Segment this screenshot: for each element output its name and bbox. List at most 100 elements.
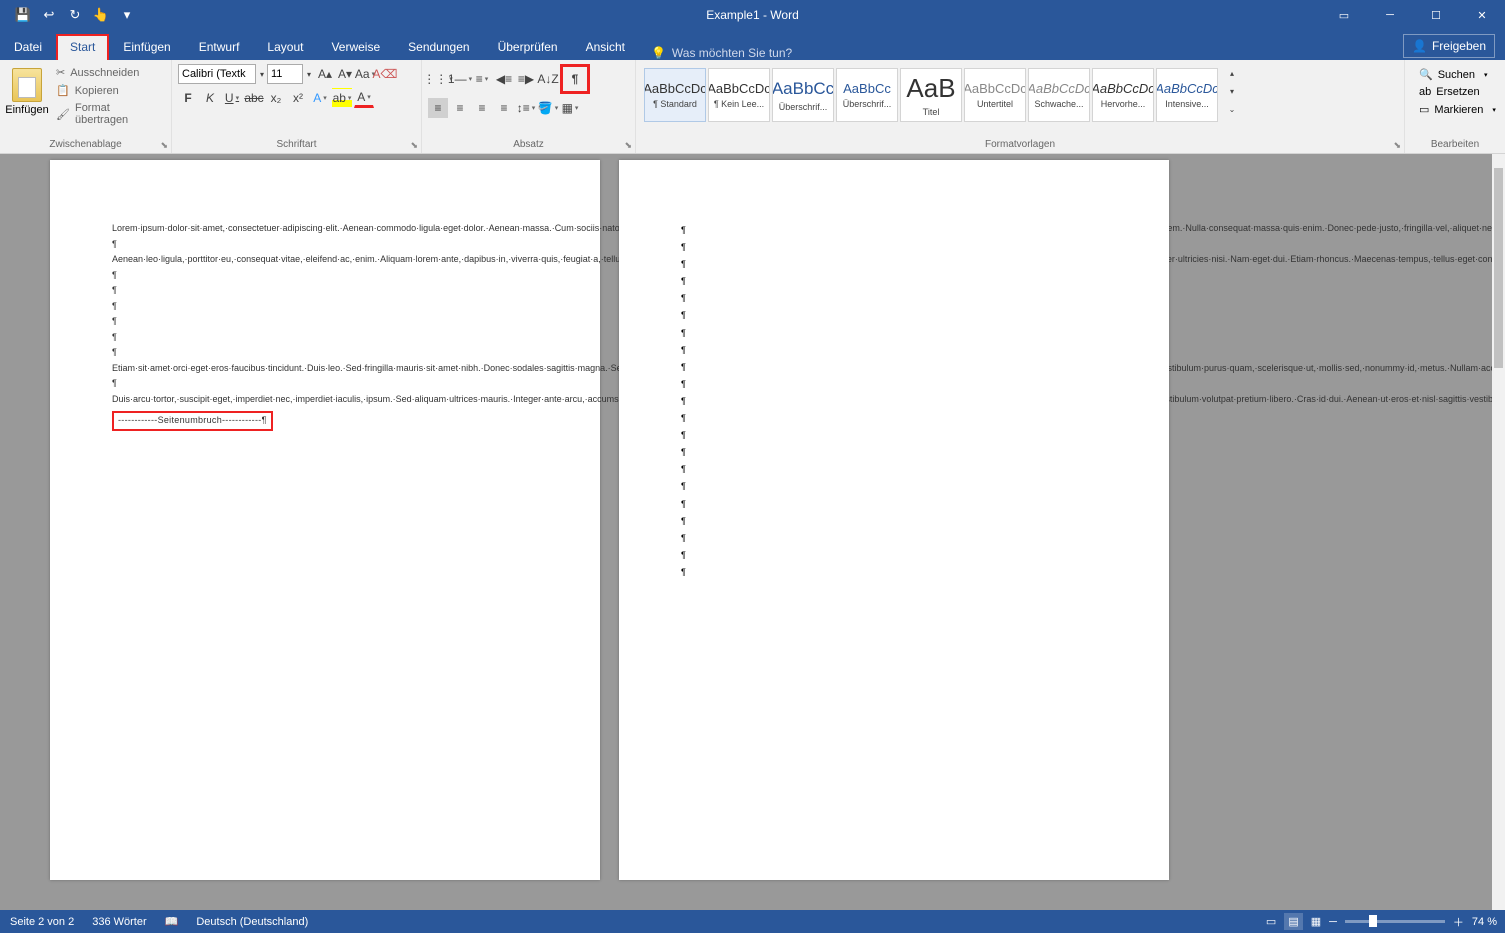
style-keinlee[interactable]: AaBbCcDc¶ Kein Lee...: [708, 68, 770, 122]
paste-button[interactable]: Einfügen: [6, 64, 48, 116]
style-berschrif[interactable]: AaBbCcÜberschrif...: [772, 68, 834, 122]
line-spacing-icon[interactable]: ↕≡: [516, 98, 536, 118]
shading-icon[interactable]: 🪣: [538, 98, 558, 118]
print-layout-icon[interactable]: ▤: [1284, 913, 1302, 930]
align-left-icon[interactable]: ≡: [428, 98, 448, 118]
styles-scroll-up-icon[interactable]: ▴: [1222, 64, 1242, 82]
font-size-input[interactable]: [267, 64, 303, 84]
justify-icon[interactable]: ≡: [494, 98, 514, 118]
tab-uberprufen[interactable]: Überprüfen: [484, 34, 572, 60]
zoom-out-icon[interactable]: ─: [1329, 916, 1337, 928]
superscript-button[interactable]: x²: [288, 88, 308, 108]
clipboard-launcher[interactable]: ⬊: [160, 140, 168, 151]
page-count[interactable]: Seite 2 von 2: [10, 916, 74, 928]
italic-button[interactable]: K: [200, 88, 220, 108]
zoom-level[interactable]: 74 %: [1472, 916, 1497, 928]
word-count[interactable]: 336 Wörter: [92, 916, 146, 928]
strikethrough-button[interactable]: abc: [244, 88, 264, 108]
replace-icon: ab: [1419, 86, 1431, 98]
bullets-icon[interactable]: ⋮⋮: [428, 69, 448, 89]
style-untertitel[interactable]: AaBbCcDcUntertitel: [964, 68, 1026, 122]
page-2[interactable]: ¶¶¶¶¶¶¶¶¶¶¶¶¶¶¶¶¶¶¶¶¶: [619, 160, 1169, 880]
minimize-button[interactable]: ─: [1367, 0, 1413, 30]
paragraph-mark: ¶: [681, 547, 1107, 564]
styles-scroll-down-icon[interactable]: ▾: [1222, 82, 1242, 100]
page-1[interactable]: Lorem·ipsum·dolor·sit·amet,·consectetuer…: [50, 160, 600, 880]
tab-einfugen[interactable]: Einfügen: [109, 34, 184, 60]
close-button[interactable]: ✕: [1459, 0, 1505, 30]
paragraph-mark: ¶: [681, 393, 1107, 410]
format-painter-button[interactable]: 🖌Format übertragen: [52, 100, 165, 128]
document-area[interactable]: Lorem·ipsum·dolor·sit·amet,·consectetuer…: [0, 154, 1492, 910]
underline-button[interactable]: U: [222, 88, 242, 108]
tab-sendungen[interactable]: Sendungen: [394, 34, 483, 60]
sort-icon[interactable]: A↓Z: [538, 69, 558, 89]
format-painter-label: Format übertragen: [75, 102, 161, 126]
ribbon-tabs: Datei Start Einfügen Entwurf Layout Verw…: [0, 30, 1505, 60]
maximize-button[interactable]: ☐: [1413, 0, 1459, 30]
align-right-icon[interactable]: ≡: [472, 98, 492, 118]
replace-button[interactable]: abErsetzen: [1417, 84, 1498, 100]
paragraph-launcher[interactable]: ⬊: [624, 140, 632, 151]
font-color-icon[interactable]: A: [354, 88, 374, 108]
spell-check-icon[interactable]: 📖: [165, 915, 179, 928]
styles-more-icon[interactable]: ⌄: [1222, 100, 1242, 118]
borders-icon[interactable]: ▦: [560, 98, 580, 118]
style-intensive[interactable]: AaBbCcDcIntensive...: [1156, 68, 1218, 122]
copy-button[interactable]: 📋 Kopieren: [52, 82, 165, 99]
style-schwache[interactable]: AaBbCcDcSchwache...: [1028, 68, 1090, 122]
zoom-slider[interactable]: [1345, 920, 1445, 923]
save-icon[interactable]: 💾: [15, 7, 31, 23]
tab-datei[interactable]: Datei: [0, 34, 56, 60]
scroll-thumb[interactable]: [1494, 168, 1503, 368]
numbering-icon[interactable]: 1―: [450, 69, 470, 89]
style-berschrif[interactable]: AaBbCcÜberschrif...: [836, 68, 898, 122]
qat-customize-icon[interactable]: ▾: [119, 7, 135, 23]
tab-verweise[interactable]: Verweise: [317, 34, 394, 60]
style-standard[interactable]: AaBbCcDc¶ Standard: [644, 68, 706, 122]
share-button[interactable]: 👤 Freigeben: [1403, 34, 1495, 58]
tab-entwurf[interactable]: Entwurf: [185, 34, 254, 60]
find-button[interactable]: 🔍Suchen▾: [1417, 66, 1498, 83]
tab-layout[interactable]: Layout: [253, 34, 317, 60]
styles-launcher[interactable]: ⬊: [1393, 140, 1401, 151]
zoom-in-icon[interactable]: ＋: [1453, 914, 1464, 930]
read-mode-icon[interactable]: ▭: [1266, 915, 1276, 928]
copy-label: Kopieren: [75, 85, 119, 97]
increase-indent-icon[interactable]: ≡▶: [516, 69, 536, 89]
decrease-indent-icon[interactable]: ◀≡: [494, 69, 514, 89]
language-status[interactable]: Deutsch (Deutschland): [196, 916, 308, 928]
clear-formatting-icon[interactable]: A⌫: [375, 64, 395, 84]
style-titel[interactable]: AaBTitel: [900, 68, 962, 122]
touch-mode-icon[interactable]: 👆: [93, 7, 109, 23]
copy-icon: 📋: [56, 84, 70, 97]
tab-start[interactable]: Start: [56, 34, 109, 60]
cut-button[interactable]: ✂Ausschneiden: [52, 64, 165, 81]
subscript-button[interactable]: x₂: [266, 88, 286, 108]
styles-gallery[interactable]: AaBbCcDc¶ StandardAaBbCcDc¶ Kein Lee...A…: [642, 64, 1220, 126]
align-center-icon[interactable]: ≡: [450, 98, 470, 118]
highlight-icon[interactable]: ab: [332, 88, 352, 108]
paste-label: Einfügen: [5, 104, 48, 116]
find-label: Suchen: [1438, 69, 1475, 81]
style-hervorhe[interactable]: AaBbCcDcHervorhe...: [1092, 68, 1154, 122]
vertical-scrollbar[interactable]: [1492, 154, 1505, 910]
increase-font-icon[interactable]: A▴: [315, 64, 335, 84]
web-layout-icon[interactable]: ▦: [1311, 915, 1321, 928]
multilevel-list-icon[interactable]: ≡: [472, 69, 492, 89]
show-hide-marks-button[interactable]: ¶: [560, 64, 590, 94]
select-button[interactable]: ▭Markieren▾: [1417, 101, 1498, 118]
font-name-input[interactable]: [178, 64, 256, 84]
tell-me-search[interactable]: 💡 Was möchten Sie tun?: [651, 46, 792, 60]
undo-icon[interactable]: ↩: [41, 7, 57, 23]
redo-icon[interactable]: ↻: [67, 7, 83, 23]
decrease-font-icon[interactable]: A▾: [335, 64, 355, 84]
bold-button[interactable]: F: [178, 88, 198, 108]
paragraph-mark: ¶: [112, 300, 538, 314]
paragraph-mark: ¶: [112, 346, 538, 360]
font-launcher[interactable]: ⬊: [410, 140, 418, 151]
tab-ansicht[interactable]: Ansicht: [572, 34, 639, 60]
text-effects-icon[interactable]: A: [310, 88, 330, 108]
font-size-dropdown-icon[interactable]: ▾: [303, 64, 315, 84]
ribbon-display-icon[interactable]: ▭: [1321, 0, 1367, 30]
